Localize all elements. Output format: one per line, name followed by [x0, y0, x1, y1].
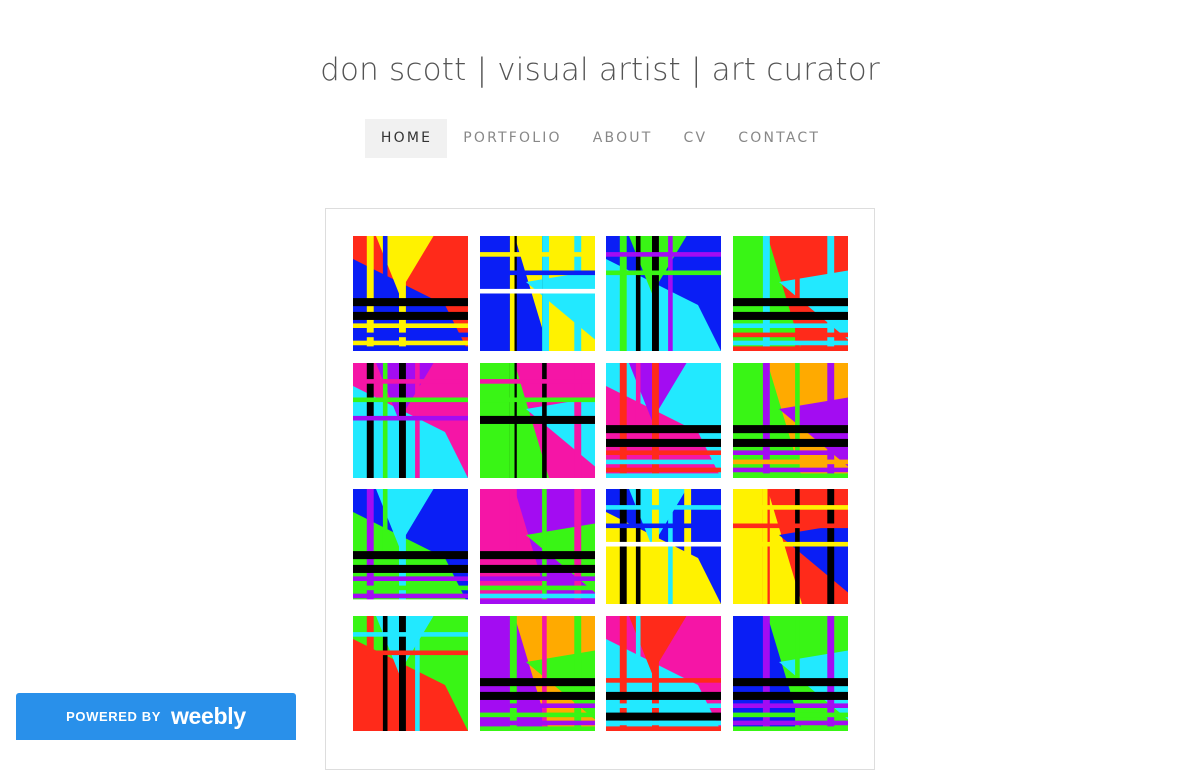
- artwork-tile[interactable]: [606, 489, 721, 604]
- nav-about[interactable]: ABOUT: [577, 119, 668, 158]
- artwork-tile[interactable]: [732, 236, 848, 351]
- artwork-tile[interactable]: [606, 362, 721, 478]
- artwork-tile[interactable]: [606, 236, 721, 351]
- artwork-tile[interactable]: [479, 615, 595, 731]
- weebly-badge[interactable]: POWERED BY weebly: [16, 693, 296, 740]
- artwork-tile[interactable]: [353, 236, 468, 351]
- artwork-tile[interactable]: [353, 489, 468, 604]
- artwork-tile[interactable]: [732, 489, 848, 604]
- artwork-tile[interactable]: [479, 489, 595, 604]
- artwork-tile[interactable]: [732, 362, 848, 478]
- artwork-tile[interactable]: [353, 615, 468, 731]
- nav-portfolio[interactable]: PORTFOLIO: [447, 119, 577, 158]
- artwork-tile[interactable]: [606, 615, 721, 731]
- nav-home[interactable]: HOME: [364, 119, 448, 158]
- nav-contact[interactable]: CONTACT: [722, 119, 835, 158]
- artwork-frame[interactable]: [325, 208, 875, 770]
- weebly-logo: weebly: [170, 703, 246, 729]
- nav-cv[interactable]: CV: [668, 119, 723, 158]
- main-nav: HOME PORTFOLIO ABOUT CV CONTACT: [0, 119, 1200, 158]
- artwork-tile[interactable]: [732, 615, 848, 731]
- artwork-tile[interactable]: [479, 236, 595, 351]
- artwork-tile[interactable]: [479, 362, 595, 478]
- artwork-tile[interactable]: [353, 362, 468, 478]
- powered-by-label: POWERED BY: [66, 709, 161, 724]
- site-title[interactable]: don scott | visual artist | art curator: [0, 52, 1200, 88]
